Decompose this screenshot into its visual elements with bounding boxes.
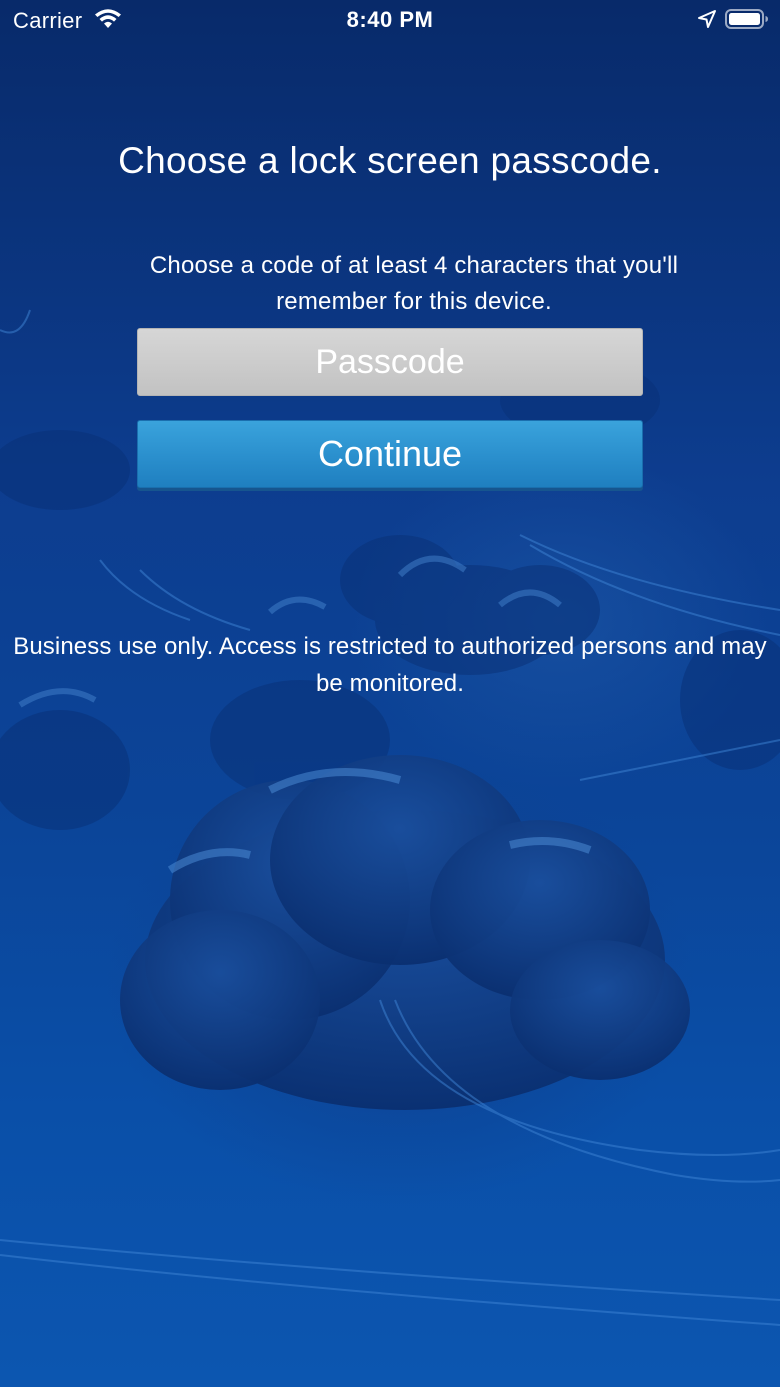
status-bar: Carrier 8:40 PM xyxy=(0,0,780,40)
clock-time: 8:40 PM xyxy=(346,7,434,32)
passcode-input[interactable] xyxy=(137,328,643,396)
business-use-disclaimer: Business use only. Access is restricted … xyxy=(13,633,767,697)
page-title: Choose a lock screen passcode. xyxy=(118,140,662,181)
instruction-text: Choose a code of at least 4 characters t… xyxy=(149,252,679,315)
continue-button[interactable]: Continue xyxy=(137,420,643,488)
battery-icon xyxy=(725,9,768,29)
location-arrow-icon xyxy=(698,10,716,28)
